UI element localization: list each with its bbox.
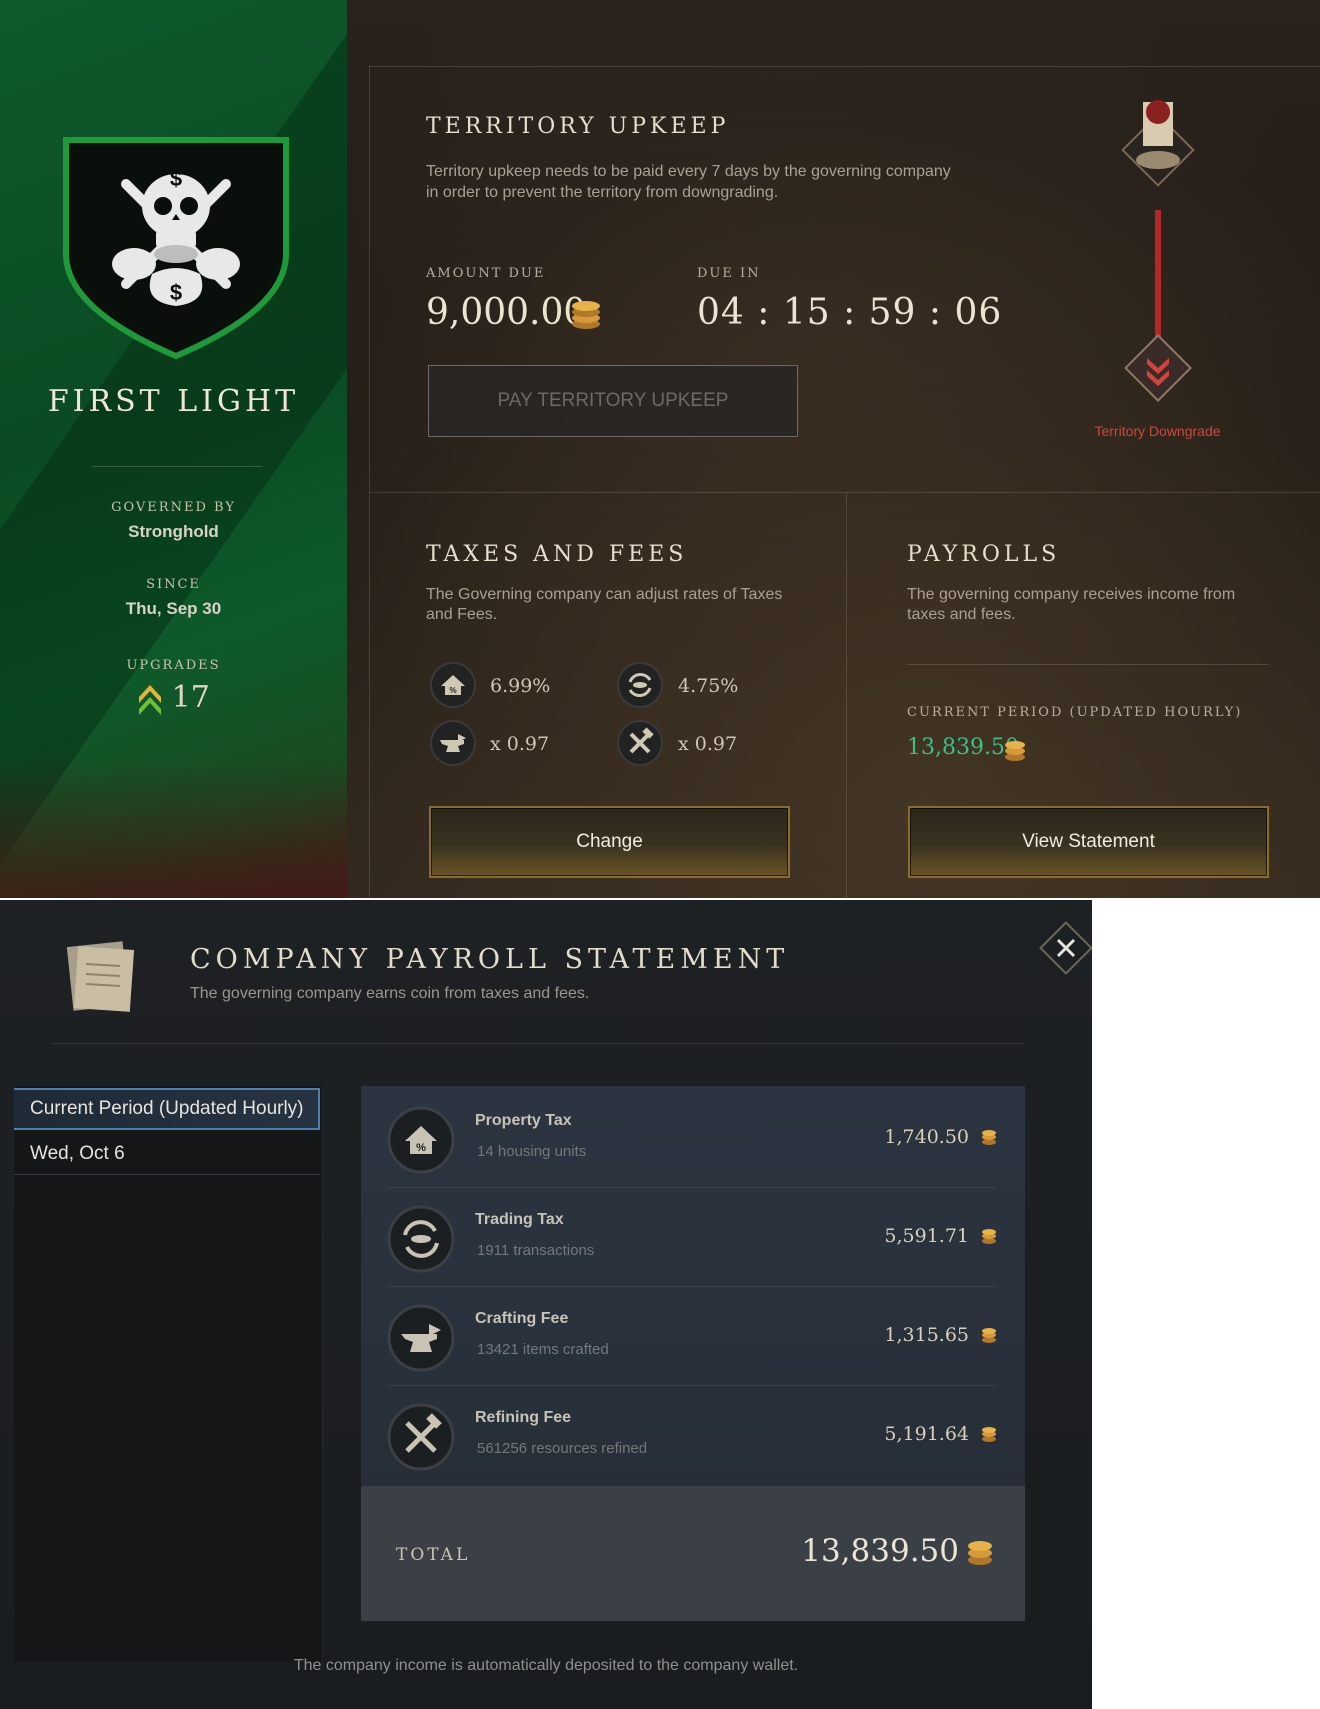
view-statement-button[interactable]: View Statement <box>908 806 1269 878</box>
trade-cycle-icon <box>617 662 663 708</box>
coin-stack-icon <box>982 1130 996 1145</box>
statement-footer-note: The company income is automatically depo… <box>293 1657 799 1674</box>
income-amount: 5,591.71 <box>884 1225 969 1247</box>
statement-divider <box>52 1043 1024 1044</box>
coin-stack-icon <box>1005 741 1025 761</box>
trading-tax-rate: 4.75% <box>678 675 739 697</box>
income-row-crafting-fee: Crafting Fee 13421 items crafted 1,315.6… <box>387 1286 997 1386</box>
territory-panel: $ $ FIRST LIGHT GOVERNED BY Stronghold S… <box>0 0 1320 898</box>
payrolls-title: PAYROLLS <box>907 542 1061 567</box>
total-box: TOTAL 13,839.50 <box>361 1486 1025 1621</box>
income-row-refining-fee: Refining Fee 561256 resources refined 5,… <box>387 1385 997 1484</box>
income-row-property-tax: % Property Tax 14 housing units 1,740.50 <box>387 1088 997 1188</box>
svg-text:%: % <box>449 686 456 695</box>
frame-col-line <box>846 492 847 898</box>
amount-due-label: AMOUNT DUE <box>426 266 546 281</box>
change-rates-button[interactable]: Change <box>429 806 790 878</box>
hammer-pick-icon <box>387 1403 455 1471</box>
total-label: TOTAL <box>396 1545 471 1565</box>
hammer-pick-icon <box>617 720 663 766</box>
upgrades-row: 17 <box>0 680 347 715</box>
property-tax-rate: 6.99% <box>490 675 551 697</box>
svg-text:$: $ <box>170 280 182 305</box>
coin-stack-icon <box>982 1229 996 1244</box>
upgrades-value: 17 <box>171 680 210 715</box>
payrolls-divider <box>907 664 1269 665</box>
coin-stack-icon <box>968 1541 992 1565</box>
income-name: Refining Fee <box>475 1409 572 1426</box>
income-detail: 14 housing units <box>477 1143 587 1160</box>
territory-name: FIRST LIGHT <box>47 384 300 419</box>
taxes-description: The Governing company can adjust rates o… <box>426 586 783 623</box>
income-detail: 1911 transactions <box>477 1242 595 1259</box>
payrolls-description: The governing company receives income fr… <box>907 586 1236 623</box>
upkeep-description: Territory upkeep needs to be paid every … <box>426 163 951 201</box>
income-amount: 1,740.50 <box>884 1126 969 1148</box>
amount-due-value: 9,000.00 <box>426 292 587 333</box>
income-amount: 1,315.65 <box>884 1324 969 1346</box>
income-amount: 5,191.64 <box>884 1423 969 1445</box>
upkeep-title: TERRITORY UPKEEP <box>426 114 730 139</box>
frame-top-line <box>369 66 1320 67</box>
income-name: Crafting Fee <box>475 1310 569 1327</box>
period-item-current[interactable]: Current Period (Updated Hourly) <box>14 1088 320 1130</box>
skull-crest-icon: $ $ <box>63 137 289 360</box>
coin-stack-icon <box>982 1328 996 1343</box>
period-item-oct-6[interactable]: Wed, Oct 6 <box>14 1133 320 1175</box>
income-name: Property Tax <box>475 1112 572 1129</box>
statement-title: COMPANY PAYROLL STATEMENT <box>190 944 790 975</box>
due-in-label: DUE IN <box>697 266 761 281</box>
income-row-trading-tax: Trading Tax 1911 transactions 5,591.71 <box>387 1187 997 1287</box>
downgrade-track <box>1121 100 1195 402</box>
pay-upkeep-button[interactable]: PAY TERRITORY UPKEEP <box>428 365 798 437</box>
statement-subtitle: The governing company earns coin from ta… <box>190 985 590 1002</box>
territory-downgrade-label: Territory Downgrade <box>1094 423 1221 439</box>
current-period-income: 13,839.50 <box>907 735 1019 760</box>
crafting-fee-rate: x 0.97 <box>490 733 550 755</box>
frame-left-line <box>369 66 370 898</box>
trade-cycle-icon <box>387 1205 455 1273</box>
coin-stack-icon <box>982 1427 996 1442</box>
period-list: Current Period (Updated Hourly) Wed, Oct… <box>14 1086 323 1661</box>
upgrades-label: UPGRADES <box>126 658 221 673</box>
governed-by-value: Stronghold <box>128 522 219 541</box>
current-period-label: CURRENT PERIOD (UPDATED HOURLY) <box>907 705 1243 720</box>
taxes-title: TAXES AND FEES <box>426 542 688 567</box>
governed-by-label: GOVERNED BY <box>111 500 236 515</box>
house-percent-icon: % <box>430 662 476 708</box>
svg-text:$: $ <box>170 166 182 191</box>
house-percent-icon: % <box>387 1106 455 1174</box>
scroll-icon <box>66 941 135 1012</box>
income-breakdown: % Property Tax 14 housing units 1,740.50… <box>361 1086 1025 1621</box>
since-label: SINCE <box>146 577 201 592</box>
anvil-icon <box>387 1304 455 1372</box>
coin-stack-icon <box>572 301 600 329</box>
territory-banner: $ $ FIRST LIGHT GOVERNED BY Stronghold S… <box>0 0 347 898</box>
anvil-icon <box>430 720 476 766</box>
total-value: 13,839.50 <box>801 1533 959 1569</box>
income-detail: 561256 resources refined <box>477 1440 648 1457</box>
income-detail: 13421 items crafted <box>477 1341 609 1358</box>
frame-mid-line <box>369 492 1320 493</box>
since-value: Thu, Sep 30 <box>125 599 222 618</box>
banner-divider <box>92 466 262 467</box>
payroll-statement-dialog: COMPANY PAYROLL STATEMENT The governing … <box>0 900 1092 1709</box>
close-icon[interactable] <box>1038 920 1092 976</box>
chevron-rank-icon <box>139 684 162 715</box>
svg-text:%: % <box>416 1142 426 1154</box>
income-name: Trading Tax <box>475 1211 564 1228</box>
due-in-countdown: 04 : 15 : 59 : 06 <box>697 292 1003 333</box>
refining-fee-rate: x 0.97 <box>678 733 738 755</box>
